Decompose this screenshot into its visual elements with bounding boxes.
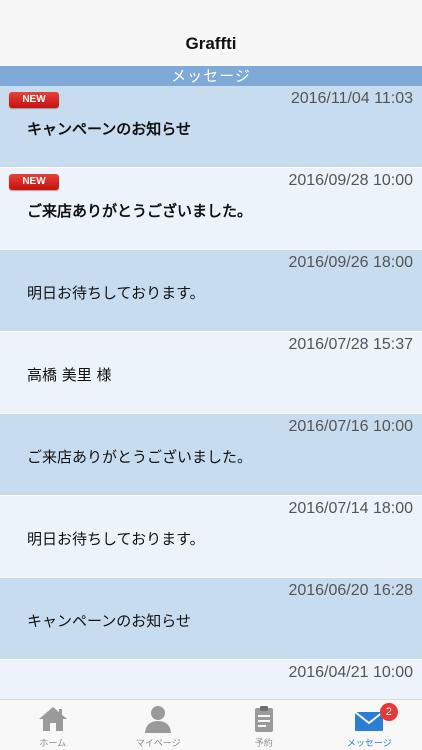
tab-bar: ホーム マイページ 予約 2 メッセージ: [0, 699, 422, 750]
message-title: 高橋 美里 様: [27, 366, 112, 384]
message-row[interactable]: 2016/04/21 10:00: [0, 660, 422, 699]
message-date: 2016/07/16 10:00: [288, 418, 413, 435]
tab-label: メッセージ: [346, 739, 392, 749]
message-title: 明日お待ちしております。: [27, 284, 205, 302]
message-date: 2016/06/20 16:28: [288, 582, 413, 599]
tab-reservation[interactable]: 予約: [211, 700, 317, 750]
message-date: 2016/09/26 18:00: [288, 254, 413, 271]
new-badge: NEW: [9, 174, 59, 190]
message-title: ご来店ありがとうございました。: [27, 202, 253, 220]
message-title: ご来店ありがとうございました。: [27, 448, 253, 466]
tab-label: マイページ: [135, 739, 181, 749]
message-list: NEW 2016/11/04 11:03 キャンペーンのお知らせ NEW 201…: [0, 86, 422, 699]
message-row[interactable]: NEW 2016/11/04 11:03 キャンペーンのお知らせ: [0, 86, 422, 168]
message-row[interactable]: 2016/07/16 10:00 ご来店ありがとうございました。: [0, 414, 422, 496]
message-title: キャンペーンのお知らせ: [27, 120, 191, 138]
message-row[interactable]: 2016/07/28 15:37 高橋 美里 様: [0, 332, 422, 414]
message-date: 2016/07/28 15:37: [288, 336, 413, 353]
tab-label: ホーム: [39, 739, 67, 749]
message-row[interactable]: NEW 2016/09/28 10:00 ご来店ありがとうございました。: [0, 168, 422, 250]
message-title: キャンペーンのお知らせ: [27, 612, 191, 630]
tab-home[interactable]: ホーム: [0, 700, 106, 750]
message-date: 2016/11/04 11:03: [290, 90, 413, 107]
clipboard-icon: [254, 706, 273, 732]
unread-count-badge: 2: [379, 703, 398, 721]
message-row[interactable]: 2016/09/26 18:00 明日お待ちしております。: [0, 250, 422, 332]
message-date: 2016/04/21 10:00: [288, 664, 413, 681]
message-row[interactable]: 2016/06/20 16:28 キャンペーンのお知らせ: [0, 578, 422, 660]
tab-label: 予約: [254, 739, 273, 749]
new-badge: NEW: [9, 92, 59, 108]
nav-title: Graffti: [185, 34, 237, 53]
message-date: 2016/09/28 10:00: [288, 172, 413, 189]
section-header: メッセージ: [0, 66, 422, 86]
message-title: 明日お待ちしております。: [27, 530, 205, 548]
tab-message[interactable]: 2 メッセージ: [317, 700, 422, 750]
tab-mypage[interactable]: マイページ: [106, 700, 212, 750]
message-date: 2016/07/14 18:00: [288, 500, 413, 517]
home-icon: [38, 707, 67, 731]
navigation-bar: Graffti: [0, 0, 422, 66]
person-icon: [145, 706, 172, 733]
message-row[interactable]: 2016/07/14 18:00 明日お待ちしております。: [0, 496, 422, 578]
